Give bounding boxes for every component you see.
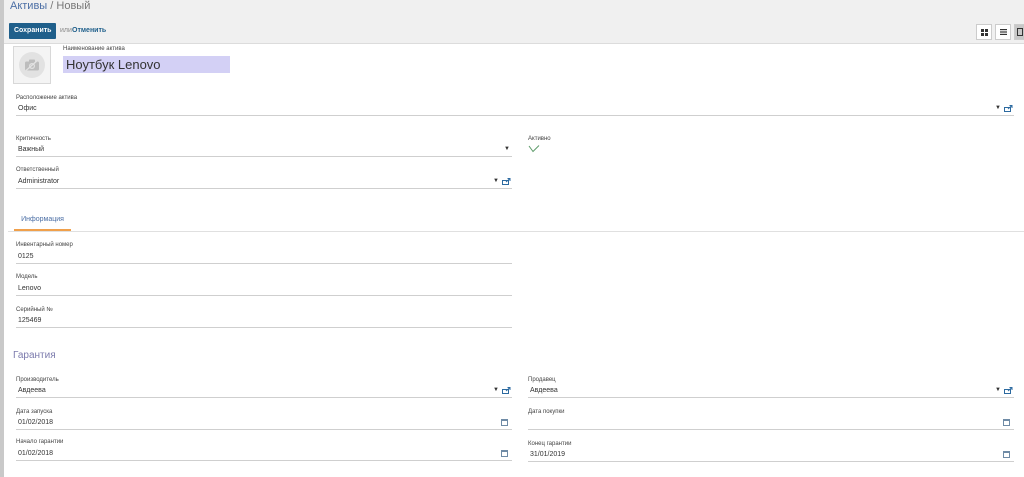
inventory-number-input[interactable]: 0125: [18, 253, 34, 260]
breadcrumb-current: Новый: [56, 0, 91, 12]
inventory-number-label: Инвентарный номер: [16, 242, 73, 248]
warranty-section-title: Гарантия: [13, 350, 56, 361]
location-label: Расположение актива: [16, 95, 78, 101]
vendor-label: Продавец: [528, 377, 556, 383]
list-icon: [999, 29, 1007, 35]
start-date-underline: [16, 429, 512, 430]
form-icon: [1016, 28, 1023, 36]
calendar-icon[interactable]: [1003, 419, 1010, 426]
criticality-underline: [16, 156, 512, 157]
discard-link[interactable]: Отменить: [72, 27, 106, 34]
warranty-end-label: Конец гарантии: [528, 441, 572, 447]
model-label: Модель: [16, 274, 38, 280]
warranty-start-label: Начало гарантии: [16, 439, 64, 445]
manufacturer-dropdown-caret[interactable]: ▼: [493, 387, 499, 393]
manufacturer-underline: [16, 397, 512, 398]
inventory-number-underline: [16, 263, 512, 264]
asset-image[interactable]: [13, 46, 51, 84]
calendar-icon[interactable]: [501, 419, 508, 426]
manufacturer-value[interactable]: Авдеева: [18, 387, 46, 394]
external-link-icon[interactable]: [502, 178, 511, 185]
tab-bar-underline: [8, 231, 1024, 232]
warranty-end-underline: [528, 461, 1014, 462]
manufacturer-label: Производитель: [16, 377, 59, 383]
serial-number-underline: [16, 327, 512, 328]
serial-number-input[interactable]: 125469: [18, 317, 41, 324]
start-date-label: Дата запуска: [16, 409, 53, 415]
responsible-label: Ответственный: [16, 167, 59, 173]
model-input[interactable]: Lenovo: [18, 285, 41, 292]
form-view-button[interactable]: [1014, 24, 1024, 40]
kanban-view-button[interactable]: [976, 24, 992, 40]
camera-icon: [19, 52, 45, 78]
external-link-icon[interactable]: [502, 387, 511, 394]
purchase-date-underline: [528, 429, 1014, 430]
serial-number-label: Серийный №: [16, 307, 53, 313]
control-panel: Активы / Новый Сохранить или Отменить: [4, 0, 1024, 44]
responsible-dropdown-caret[interactable]: ▼: [493, 178, 499, 184]
form-sheet: Наименование актива Ноутбук Lenovo Распо…: [4, 44, 1024, 477]
criticality-select[interactable]: Важный: [18, 146, 44, 153]
responsible-underline: [16, 188, 512, 189]
asset-name-label: Наименование актива: [63, 46, 125, 52]
start-date-input[interactable]: 01/02/2018: [18, 419, 53, 426]
vendor-value[interactable]: Авдеева: [530, 387, 558, 394]
criticality-dropdown-caret[interactable]: ▼: [504, 146, 510, 152]
warranty-start-input[interactable]: 01/02/2018: [18, 450, 53, 457]
external-link-icon[interactable]: [1004, 105, 1013, 112]
tab-info[interactable]: Информация: [14, 212, 71, 231]
or-text: или: [60, 27, 72, 34]
location-dropdown-caret[interactable]: ▼: [995, 105, 1001, 111]
responsible-value[interactable]: Administrator: [18, 178, 59, 185]
warranty-start-underline: [16, 460, 512, 461]
active-checkbox[interactable]: [528, 145, 540, 153]
vendor-underline: [528, 397, 1014, 398]
vendor-dropdown-caret[interactable]: ▼: [995, 387, 1001, 393]
calendar-icon[interactable]: [1003, 451, 1010, 458]
warranty-end-input[interactable]: 31/01/2019: [530, 451, 565, 458]
active-label: Активно: [528, 136, 551, 142]
save-button[interactable]: Сохранить: [9, 23, 57, 39]
calendar-icon[interactable]: [501, 450, 508, 457]
breadcrumb: Активы / Новый: [10, 0, 90, 12]
grid-icon: [980, 28, 988, 36]
model-underline: [16, 295, 512, 296]
breadcrumb-separator: /: [47, 0, 57, 12]
criticality-label: Критичность: [16, 136, 51, 142]
breadcrumb-parent-link[interactable]: Активы: [10, 0, 47, 12]
location-underline: [16, 115, 1014, 116]
purchase-date-label: Дата покупки: [528, 409, 565, 415]
asset-name-input[interactable]: Ноутбук Lenovo: [63, 56, 230, 73]
external-link-icon[interactable]: [1004, 387, 1013, 394]
location-value[interactable]: Офис: [18, 105, 37, 112]
list-view-button[interactable]: [995, 24, 1011, 40]
